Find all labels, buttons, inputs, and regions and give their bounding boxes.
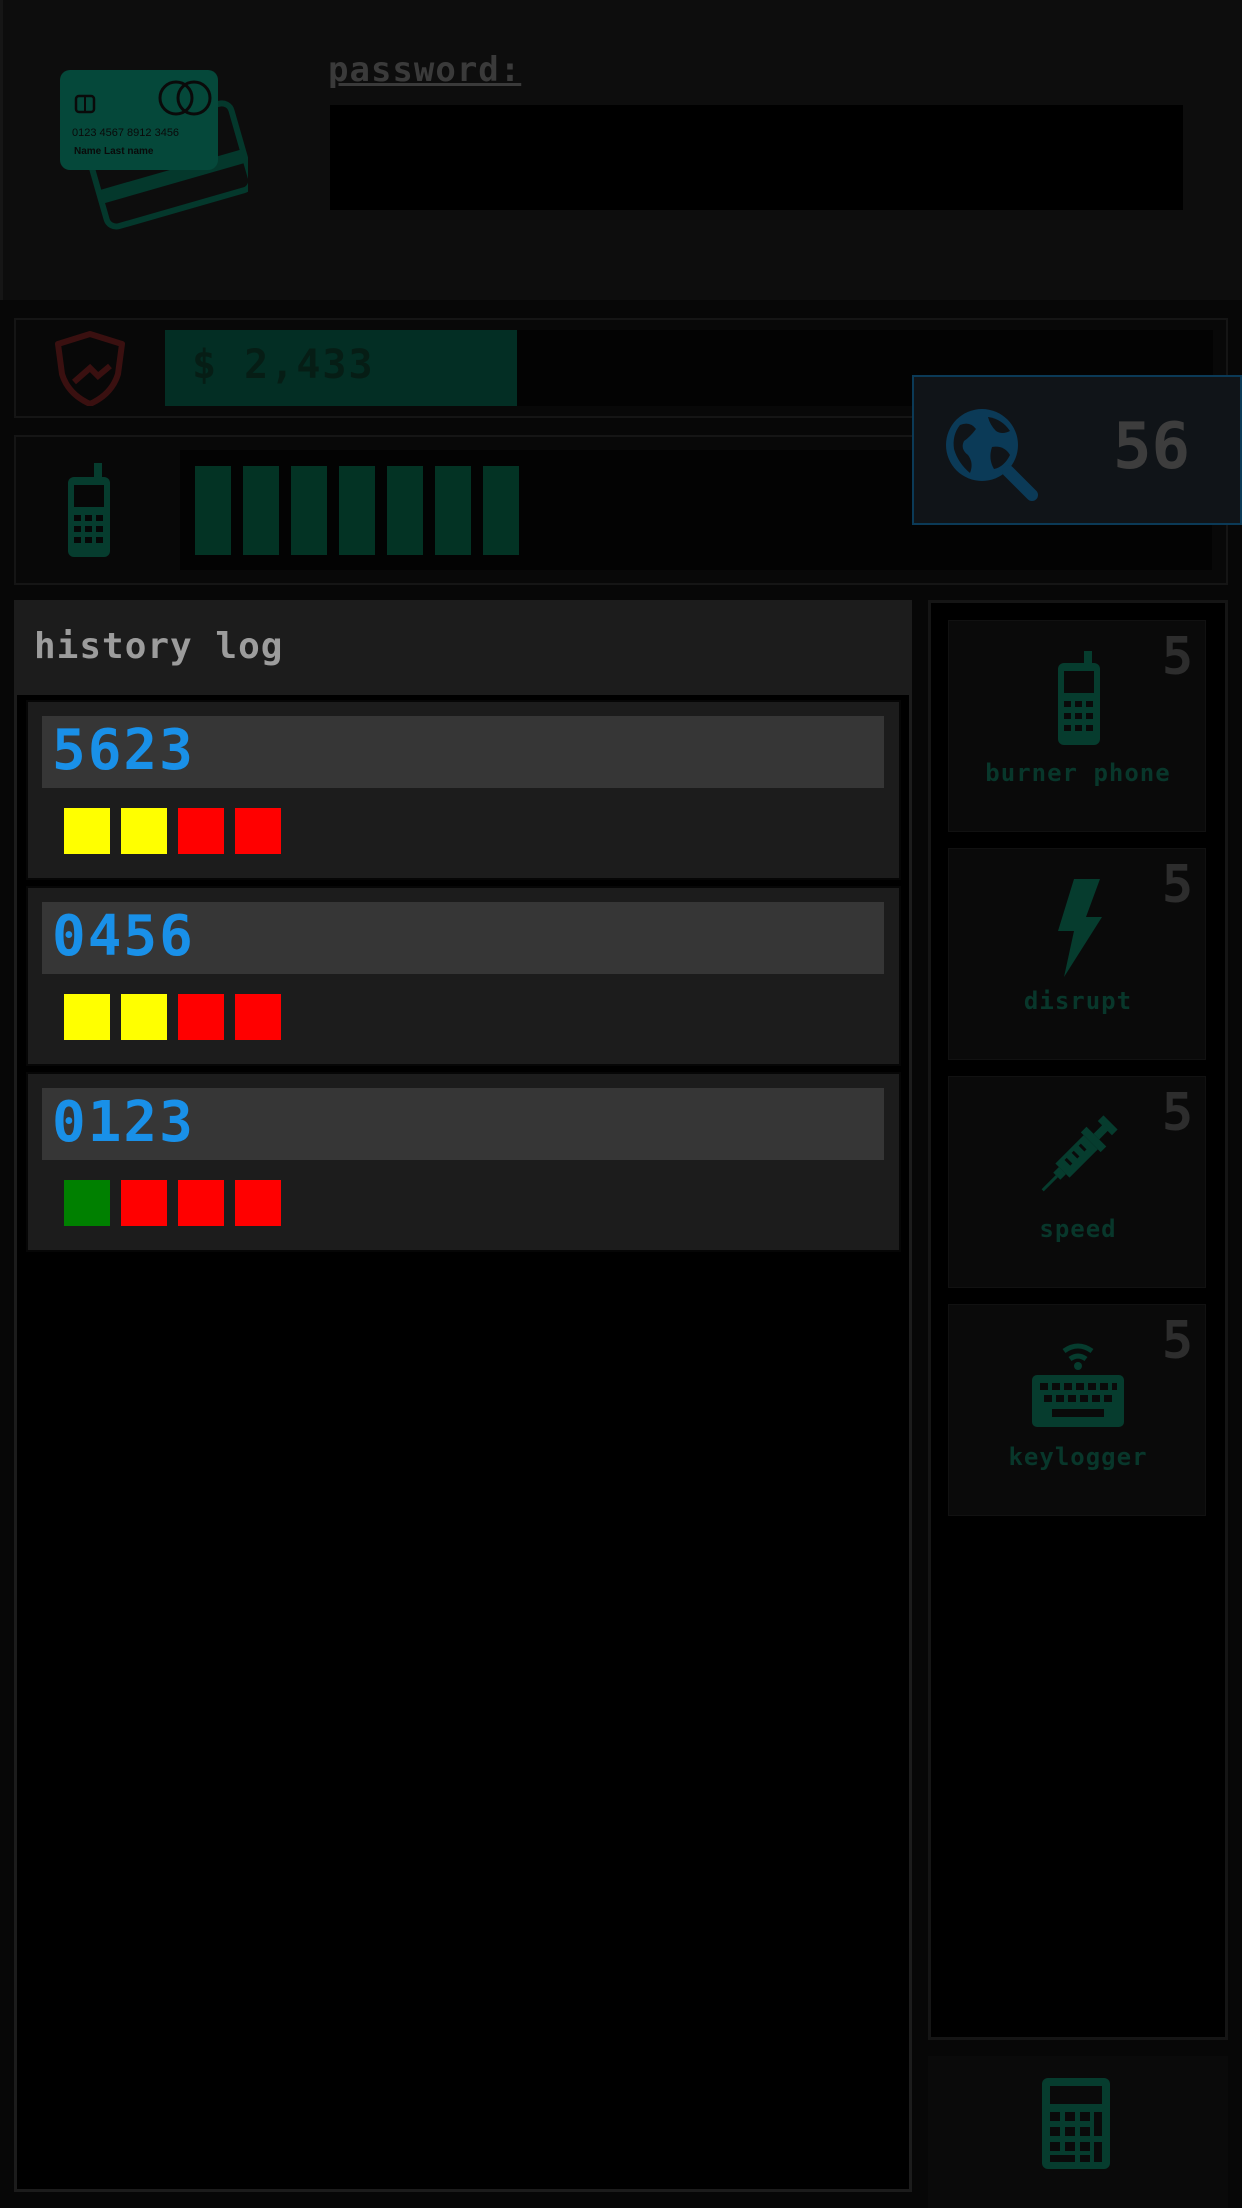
signal-bar bbox=[291, 466, 327, 555]
cell-phone-icon bbox=[64, 463, 114, 558]
password-label: password: bbox=[328, 50, 522, 90]
feedback-square bbox=[121, 1180, 167, 1226]
history-log-title: history log bbox=[34, 626, 284, 667]
feedback-square bbox=[178, 994, 224, 1040]
feedback-square bbox=[64, 1180, 110, 1226]
history-entry-code: 5623 bbox=[52, 718, 195, 783]
feedback-square bbox=[235, 1180, 281, 1226]
tool-label: burner phone bbox=[985, 759, 1171, 787]
tool-label: disrupt bbox=[1023, 987, 1133, 1015]
feedback-square bbox=[178, 1180, 224, 1226]
history-entry-code: 0123 bbox=[52, 1090, 195, 1155]
feedback-square bbox=[235, 808, 281, 854]
card-name: Name Last name bbox=[74, 146, 154, 157]
feedback-square bbox=[64, 994, 110, 1040]
feedback-square bbox=[121, 994, 167, 1040]
history-entry: 0456 bbox=[26, 886, 901, 1066]
history-entry: 0123 bbox=[26, 1072, 901, 1252]
signal-bar bbox=[387, 466, 423, 555]
signal-bar bbox=[243, 466, 279, 555]
history-entry-code: 0456 bbox=[52, 904, 195, 969]
cell-phone-icon bbox=[1028, 649, 1128, 749]
search-count: 56 bbox=[1112, 410, 1190, 484]
tool-label: speed bbox=[1039, 1215, 1117, 1243]
keyboard-wifi-icon bbox=[1028, 1333, 1128, 1433]
money-amount: $ 2,433 bbox=[192, 342, 375, 388]
tool-burner-phone-button[interactable]: 5 burner phone bbox=[948, 620, 1206, 832]
history-entry: 5623 bbox=[26, 700, 901, 880]
tool-count: 5 bbox=[1161, 1083, 1193, 1143]
signal-bar bbox=[195, 466, 231, 555]
signal-bar bbox=[435, 466, 471, 555]
lightning-bolt-icon bbox=[1028, 877, 1128, 977]
feedback-square bbox=[178, 808, 224, 854]
syringe-icon bbox=[1028, 1105, 1128, 1205]
feedback-square bbox=[64, 808, 110, 854]
credit-card-icon: 0123 4567 8912 3456 Name Last name bbox=[58, 68, 255, 238]
feedback-square bbox=[235, 994, 281, 1040]
tool-keylogger-button[interactable]: 5 keylogger bbox=[948, 1304, 1206, 1516]
card-number: 0123 4567 8912 3456 bbox=[72, 127, 179, 139]
tool-label: keylogger bbox=[1008, 1443, 1148, 1471]
tool-count: 5 bbox=[1161, 1311, 1193, 1371]
calculator-icon bbox=[1040, 2076, 1112, 2171]
tool-count: 5 bbox=[1161, 627, 1193, 687]
tool-disrupt-button[interactable]: 5 disrupt bbox=[948, 848, 1206, 1060]
globe-search-icon bbox=[940, 403, 1040, 503]
password-input[interactable] bbox=[330, 105, 1183, 210]
signal-bar bbox=[483, 466, 519, 555]
signal-bar bbox=[339, 466, 375, 555]
tool-count: 5 bbox=[1161, 855, 1193, 915]
tool-speed-button[interactable]: 5 speed bbox=[948, 1076, 1206, 1288]
feedback-square bbox=[121, 808, 167, 854]
shield-icon bbox=[52, 330, 128, 407]
